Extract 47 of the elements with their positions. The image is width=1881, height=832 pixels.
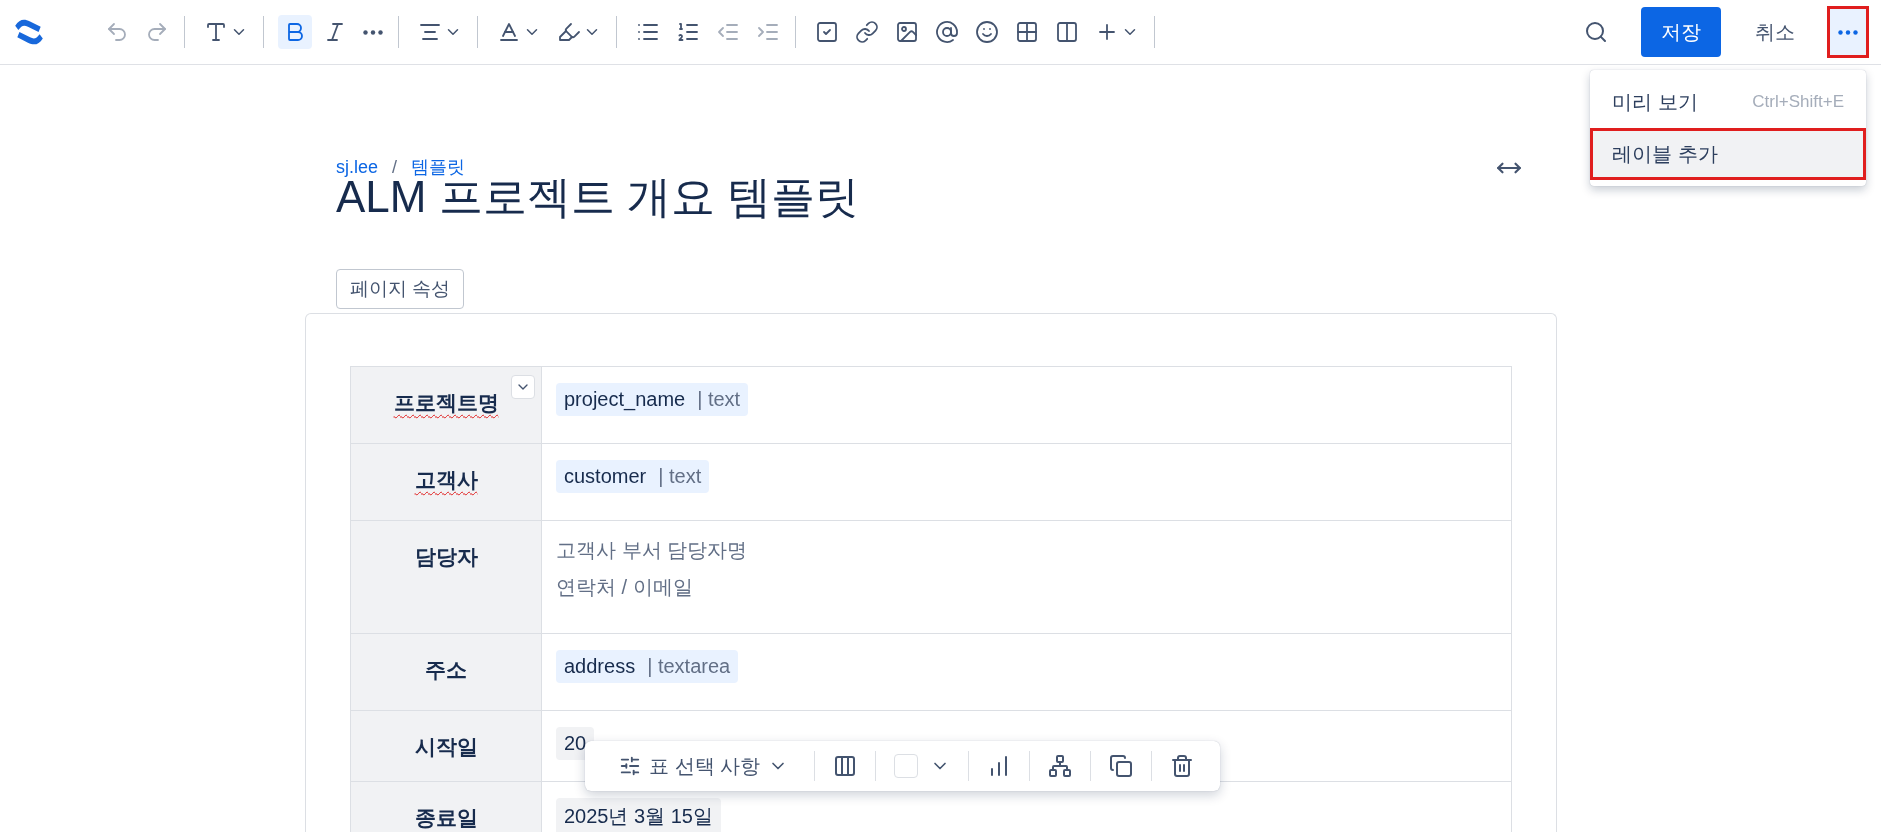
highlighter-icon [557, 20, 581, 44]
cell-text: 고객사 부서 담당자명 [556, 538, 749, 563]
row-label: 주소 [425, 657, 467, 683]
color-swatch [894, 754, 919, 778]
text-color-icon [497, 20, 521, 44]
undo-icon [105, 20, 129, 44]
shortcut-hint: Ctrl+Shift+E [1752, 92, 1844, 112]
cancel-button[interactable]: 취소 [1737, 7, 1813, 57]
button-label: 표 선택 사항 [649, 753, 761, 779]
more-icon [363, 29, 383, 35]
sliders-icon [619, 755, 641, 777]
numbered-list-icon [676, 20, 700, 44]
redo-icon [145, 20, 169, 44]
hierarchy-icon [1048, 754, 1073, 778]
at-sign-icon [935, 20, 959, 44]
row-label: 담당자 [414, 544, 478, 570]
row-label: 프로젝트명 [393, 390, 499, 416]
cell-menu-button[interactable] [511, 375, 535, 399]
save-button[interactable]: 저장 [1641, 7, 1721, 57]
trash-icon [1170, 754, 1195, 778]
row-label: 고객사 [414, 467, 478, 493]
breadcrumb-link[interactable]: 템플릿 [411, 157, 466, 177]
more-icon [1838, 29, 1858, 35]
menu-item[interactable]: 레이블 추가 [1590, 128, 1866, 180]
cell-text: 연락처 / 이메일 [556, 575, 694, 600]
date-chip[interactable]: 2025년 3월 15일 [556, 798, 721, 832]
columns-icon [833, 754, 858, 778]
columns-icon [1055, 20, 1079, 44]
search-icon [1584, 20, 1608, 44]
copy-icon [1109, 754, 1134, 778]
table-icon [1015, 20, 1039, 44]
page-properties-button[interactable]: 페이지 속성 [336, 269, 465, 309]
table-options-button[interactable]: 표 선택 사항 [599, 746, 809, 786]
placeholder-chip[interactable]: project_name | text [556, 383, 749, 416]
text-style-icon [204, 20, 228, 44]
placeholder-chip[interactable]: customer | text [556, 460, 710, 493]
placeholder-chip[interactable]: address | textarea [556, 650, 739, 683]
row-label: 종료일 [414, 805, 478, 831]
link-icon [855, 20, 879, 44]
menu-item[interactable]: 미리 보기 Ctrl+Shift+E [1590, 76, 1866, 128]
breadcrumb-separator: / [392, 157, 398, 177]
smiley-icon [975, 20, 999, 44]
row-label: 시작일 [414, 734, 478, 760]
bold-button[interactable] [278, 15, 312, 49]
more-button[interactable] [1827, 6, 1869, 58]
image-icon [895, 20, 919, 44]
checkbox-icon [815, 20, 839, 44]
